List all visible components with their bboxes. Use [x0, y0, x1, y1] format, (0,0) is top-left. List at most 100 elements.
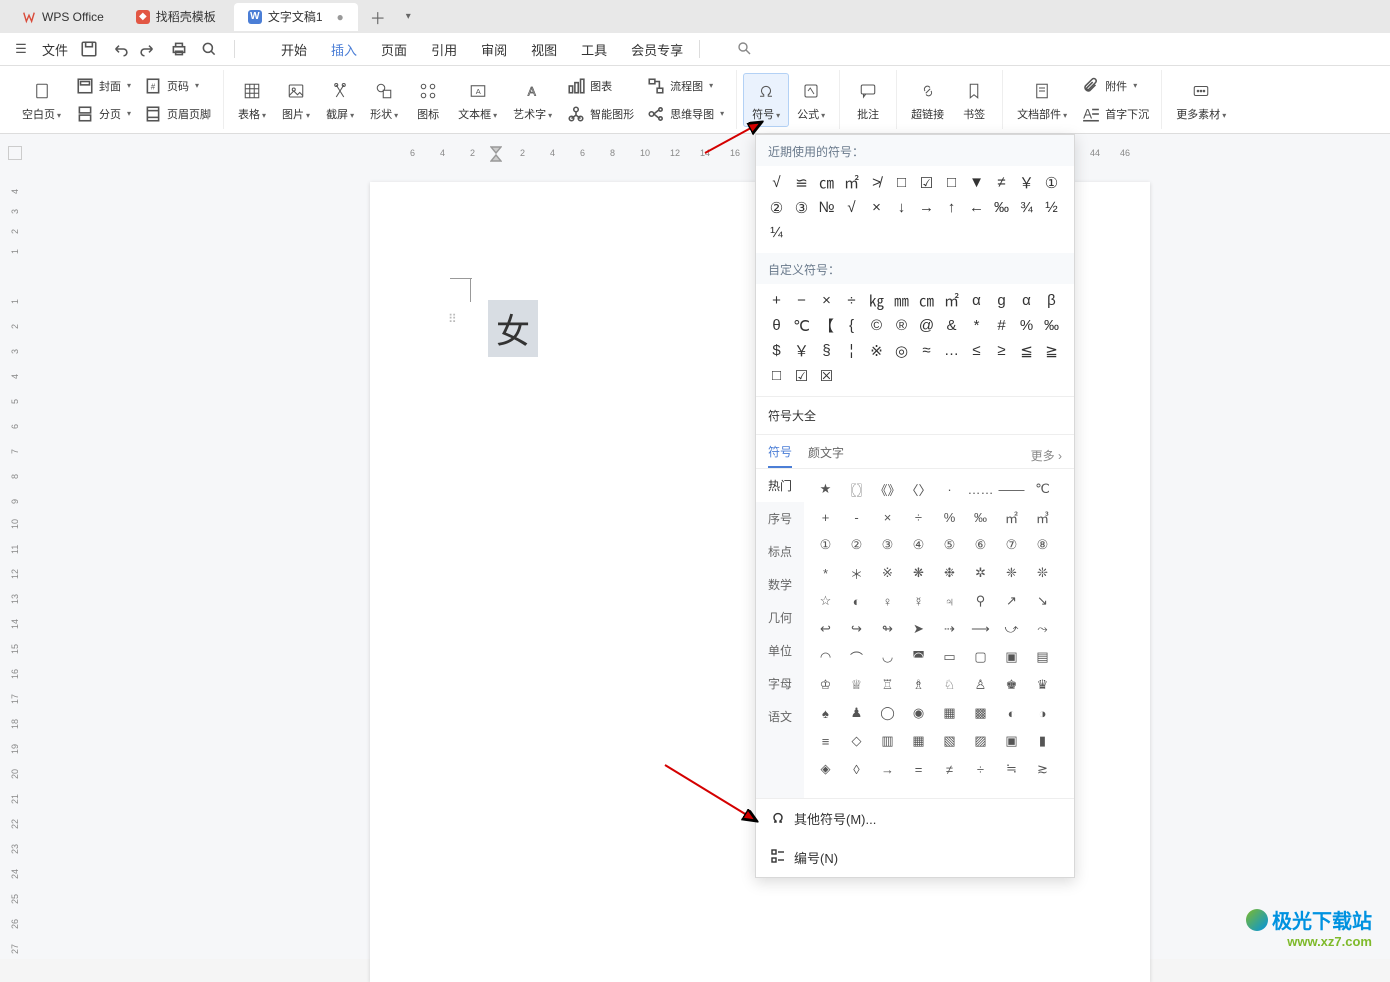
symbol-cell[interactable]: —— — [996, 475, 1027, 503]
tab-symbols[interactable]: 符号 — [768, 443, 792, 468]
tab-review[interactable]: 审阅 — [481, 34, 507, 65]
symbol-cell[interactable]: … — [939, 338, 964, 363]
symbol-cell[interactable]: ↬ — [872, 615, 903, 643]
symbol-cell[interactable]: ◐ — [996, 699, 1027, 727]
file-menu[interactable]: 文件 — [42, 40, 68, 59]
symbol-cell[interactable]: ㎝ — [914, 288, 939, 313]
symbol-cell[interactable]: − — [789, 288, 814, 313]
cover-button[interactable]: 封面▾ — [69, 73, 137, 99]
symbol-cell[interactable]: ◑ — [1027, 699, 1058, 727]
all-symbols-row[interactable]: 符号大全 — [756, 396, 1074, 435]
symbol-cell[interactable]: ½ — [1039, 195, 1064, 220]
symbol-cell[interactable]: ⇢ — [934, 615, 965, 643]
symbol-cell[interactable]: ÷ — [965, 755, 996, 783]
symbol-cell[interactable]: ♟ — [841, 699, 872, 727]
symbol-cell[interactable]: ↓ — [889, 195, 914, 220]
symbol-cell[interactable]: ☿ — [903, 587, 934, 615]
symbol-cell[interactable]: ≯ — [864, 170, 889, 195]
symbol-cell[interactable]: ≒ — [996, 755, 1027, 783]
symbol-cell[interactable]: ㎏ — [864, 288, 889, 313]
symbol-cell[interactable]: ※ — [864, 338, 889, 363]
symbol-cell[interactable]: $ — [764, 338, 789, 363]
vertical-ruler[interactable]: 4321 1234 5678 9101112 13141516 17181920… — [8, 174, 24, 949]
symbol-cell[interactable]: ❉ — [934, 559, 965, 587]
symbol-category[interactable]: 语文 — [756, 700, 804, 733]
shape-button[interactable]: 形状▾ — [362, 74, 406, 126]
tab-wps-home[interactable]: WPS Office — [8, 3, 118, 31]
symbol-cell[interactable]: ③ — [872, 531, 903, 559]
page-break-button[interactable]: 分页▾ — [69, 101, 137, 127]
symbol-cell[interactable]: ÷ — [903, 503, 934, 531]
symbol-cell[interactable]: ‰ — [965, 503, 996, 531]
symbol-cell[interactable]: □ — [939, 170, 964, 195]
symbol-cell[interactable]: β — [1039, 288, 1064, 313]
symbol-cell[interactable]: × — [864, 195, 889, 220]
symbol-cell[interactable]: ⚲ — [965, 587, 996, 615]
symbol-cell[interactable]: → — [914, 195, 939, 220]
tab-insert[interactable]: 插入 — [331, 34, 357, 65]
symbol-cell[interactable]: ¼ — [764, 220, 789, 245]
symbol-cell[interactable]: ⤻ — [996, 615, 1027, 643]
print-preview-icon[interactable] — [200, 40, 218, 58]
symbol-cell[interactable]: ÷ — [839, 288, 864, 313]
tab-templates[interactable]: ◆ 找稻壳模板 — [122, 3, 230, 31]
tab-reference[interactable]: 引用 — [431, 34, 457, 65]
symbol-cell[interactable]: ☒ — [814, 363, 839, 388]
symbol-cell[interactable]: 〖〗 — [841, 475, 872, 503]
smartart-button[interactable]: 智能图形 — [560, 101, 640, 127]
symbol-cell[interactable]: ▥ — [872, 727, 903, 755]
picture-button[interactable]: 图片▾ — [274, 74, 318, 126]
page-number-button[interactable]: #页码▾ — [137, 73, 217, 99]
save-icon[interactable] — [80, 40, 98, 58]
symbol-cell[interactable]: α — [964, 288, 989, 313]
app-menu-icon[interactable]: ☰ — [12, 40, 30, 58]
symbol-cell[interactable]: ⌒ — [841, 643, 872, 671]
symbol-cell[interactable]: ▦ — [903, 727, 934, 755]
symbol-cell[interactable]: * — [964, 313, 989, 338]
tab-start[interactable]: 开始 — [281, 34, 307, 65]
symbol-cell[interactable]: ◉ — [903, 699, 934, 727]
symbol-cell[interactable]: ◚ — [903, 643, 934, 671]
icon-button[interactable]: 图标 — [406, 74, 450, 126]
redo-icon[interactable] — [140, 40, 158, 58]
symbol-cell[interactable]: ↪ — [841, 615, 872, 643]
symbol-cell[interactable]: ※ — [872, 559, 903, 587]
symbol-cell[interactable]: ≠ — [934, 755, 965, 783]
mindmap-button[interactable]: 思维导图▾ — [640, 101, 730, 127]
symbol-cell[interactable]: ㎡ — [939, 288, 964, 313]
symbol-cell[interactable]: ◐ — [841, 587, 872, 615]
tab-menu-button[interactable]: ▾ — [398, 11, 419, 22]
symbol-cell[interactable]: + — [810, 503, 841, 531]
symbol-cell[interactable]: ⑥ — [965, 531, 996, 559]
textbox-button[interactable]: A文本框▾ — [450, 74, 505, 126]
symbol-cell[interactable]: ≡ — [810, 727, 841, 755]
symbol-cell[interactable]: ⑤ — [934, 531, 965, 559]
symbol-cell[interactable]: ♚ — [996, 671, 1027, 699]
symbol-cell[interactable]: ▢ — [965, 643, 996, 671]
symbol-cell[interactable]: ♘ — [934, 671, 965, 699]
flowchart-button[interactable]: 流程图▾ — [640, 73, 730, 99]
symbol-cell[interactable]: · — [934, 475, 965, 503]
symbol-cell[interactable]: % — [1014, 313, 1039, 338]
symbol-cell[interactable]: ♙ — [965, 671, 996, 699]
symbol-cell[interactable]: ≥ — [989, 338, 1014, 363]
symbol-category[interactable]: 单位 — [756, 634, 804, 667]
blank-page-button[interactable]: 空白页▾ — [14, 74, 69, 126]
tab-emoji[interactable]: 颜文字 — [808, 444, 844, 467]
symbol-cell[interactable]: ㎝ — [814, 170, 839, 195]
symbol-cell[interactable]: ◊ — [841, 755, 872, 783]
symbol-cell[interactable]: ♛ — [1027, 671, 1058, 699]
symbol-cell[interactable]: - — [841, 503, 872, 531]
symbol-cell[interactable]: ① — [810, 531, 841, 559]
symbol-cell[interactable]: © — [864, 313, 889, 338]
symbol-cell[interactable]: □ — [764, 363, 789, 388]
more-assets-button[interactable]: 更多素材▾ — [1168, 74, 1234, 126]
attachment-button[interactable]: 附件▾ — [1075, 73, 1155, 99]
symbol-cell[interactable]: 〈〉 — [903, 475, 934, 503]
symbol-cell[interactable]: ② — [764, 195, 789, 220]
symbol-cell[interactable]: ▭ — [934, 643, 965, 671]
symbol-cell[interactable]: ▩ — [965, 699, 996, 727]
symbol-cell[interactable]: ￥ — [1014, 170, 1039, 195]
symbol-cell[interactable]: ♗ — [903, 671, 934, 699]
symbol-cell[interactable]: ▧ — [934, 727, 965, 755]
